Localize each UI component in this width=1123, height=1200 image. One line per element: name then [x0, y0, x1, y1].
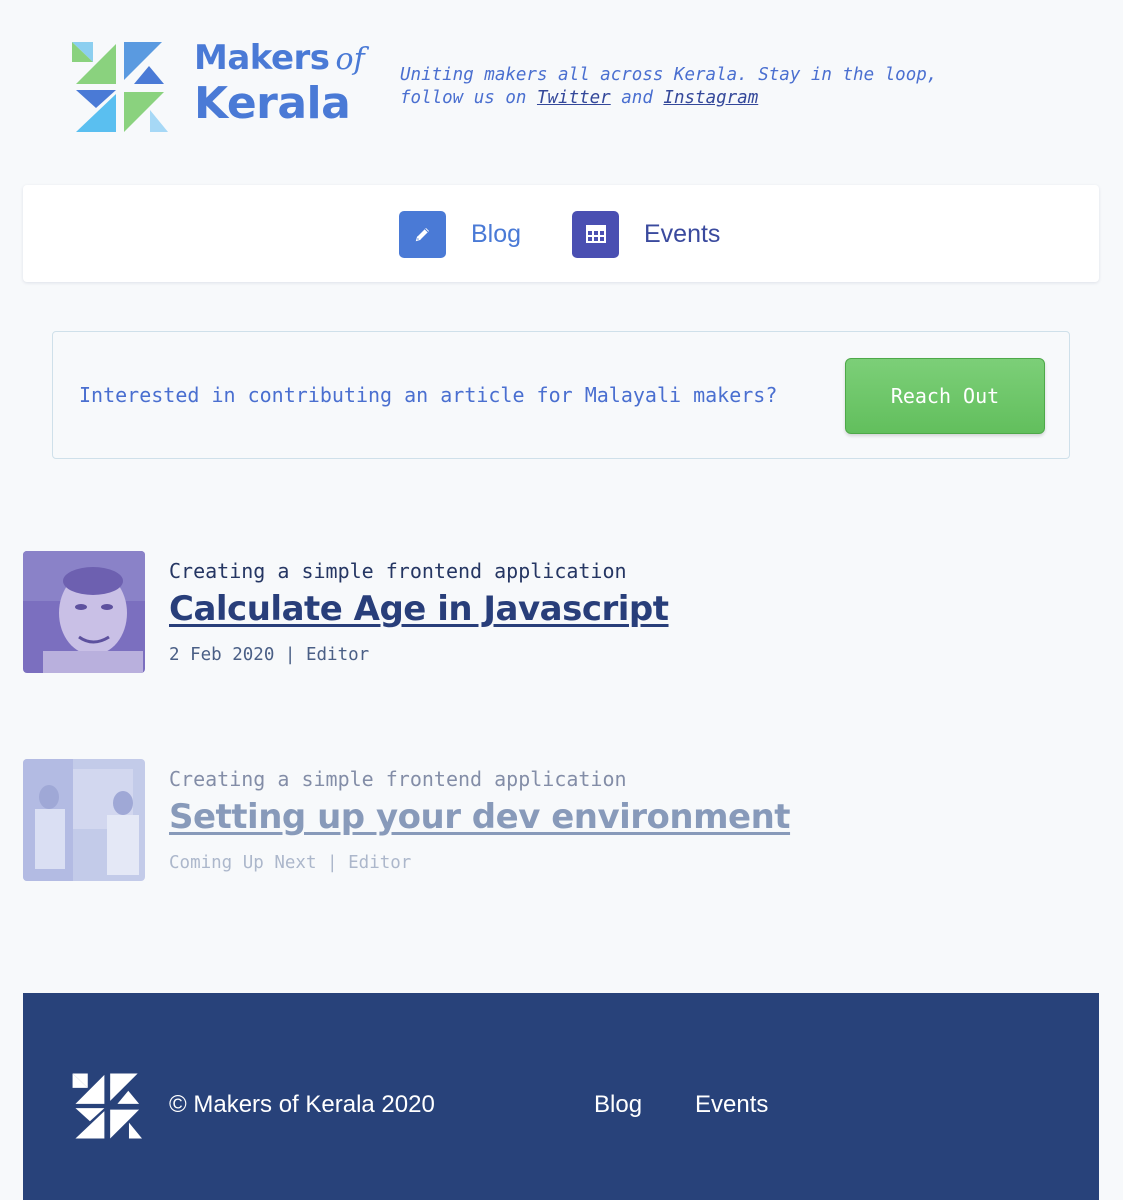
nav-label-blog: Blog	[471, 219, 522, 248]
tagline-follow: follow us on	[400, 88, 537, 108]
post-title-link[interactable]: Calculate Age in Javascript	[169, 589, 669, 629]
post-item: Creating a simple frontend application C…	[23, 551, 1099, 673]
footer-copyright: © Makers of Kerala 2020	[169, 1091, 435, 1118]
post-item: Creating a simple frontend application S…	[23, 759, 1099, 881]
tagline-line2: follow us on Twitter and Instagram	[400, 87, 1000, 110]
post-thumbnail[interactable]	[23, 551, 145, 673]
tagline-line1: Uniting makers all across Kerala. Stay i…	[400, 65, 938, 85]
post-author: Editor	[305, 645, 370, 665]
brand-of: of	[335, 42, 365, 77]
instagram-link[interactable]: Instagram	[663, 88, 758, 108]
reach-out-button[interactable]: Reach Out	[845, 358, 1045, 434]
twitter-link[interactable]: Twitter	[537, 88, 611, 108]
main-nav: Blog Events	[23, 185, 1099, 282]
makers-logo-icon[interactable]	[72, 40, 170, 134]
post-meta: 2 Feb 2020 | Editor	[169, 645, 370, 665]
brand-wordmark[interactable]: Makers of Kerala	[194, 38, 365, 128]
brand-makers: Makers	[194, 38, 330, 78]
post-date: Coming Up Next	[169, 853, 317, 873]
post-series: Creating a simple frontend application	[169, 559, 627, 583]
post-author: Editor	[348, 853, 412, 873]
post-date: 2 Feb 2020	[169, 645, 275, 665]
post-meta: Coming Up Next | Editor	[169, 853, 412, 873]
brand-kerala: Kerala	[194, 78, 351, 129]
post-title-link[interactable]: Setting up your dev environment	[169, 797, 791, 837]
nav-item-blog[interactable]: Blog	[399, 210, 521, 258]
footer-link-blog[interactable]: Blog	[594, 1091, 642, 1119]
tagline: Uniting makers all across Kerala. Stay i…	[400, 64, 1000, 110]
post-thumbnail[interactable]	[23, 759, 145, 881]
site-footer: © Makers of Kerala 2020 Blog Events	[23, 993, 1099, 1200]
site-header: Makers of Kerala Uniting makers all acros…	[0, 0, 1123, 180]
callout-text: Interested in contributing an article fo…	[79, 383, 778, 407]
calendar-icon	[572, 210, 619, 258]
pencil-icon	[399, 210, 446, 258]
contribute-callout: Interested in contributing an article fo…	[52, 331, 1070, 459]
footer-logo-icon[interactable]	[72, 1072, 144, 1140]
footer-link-events[interactable]: Events	[695, 1091, 768, 1119]
nav-item-events[interactable]: Events	[572, 210, 720, 258]
tagline-and: and	[610, 88, 664, 108]
post-series: Creating a simple frontend application	[169, 767, 627, 791]
nav-label-events: Events	[644, 219, 721, 248]
